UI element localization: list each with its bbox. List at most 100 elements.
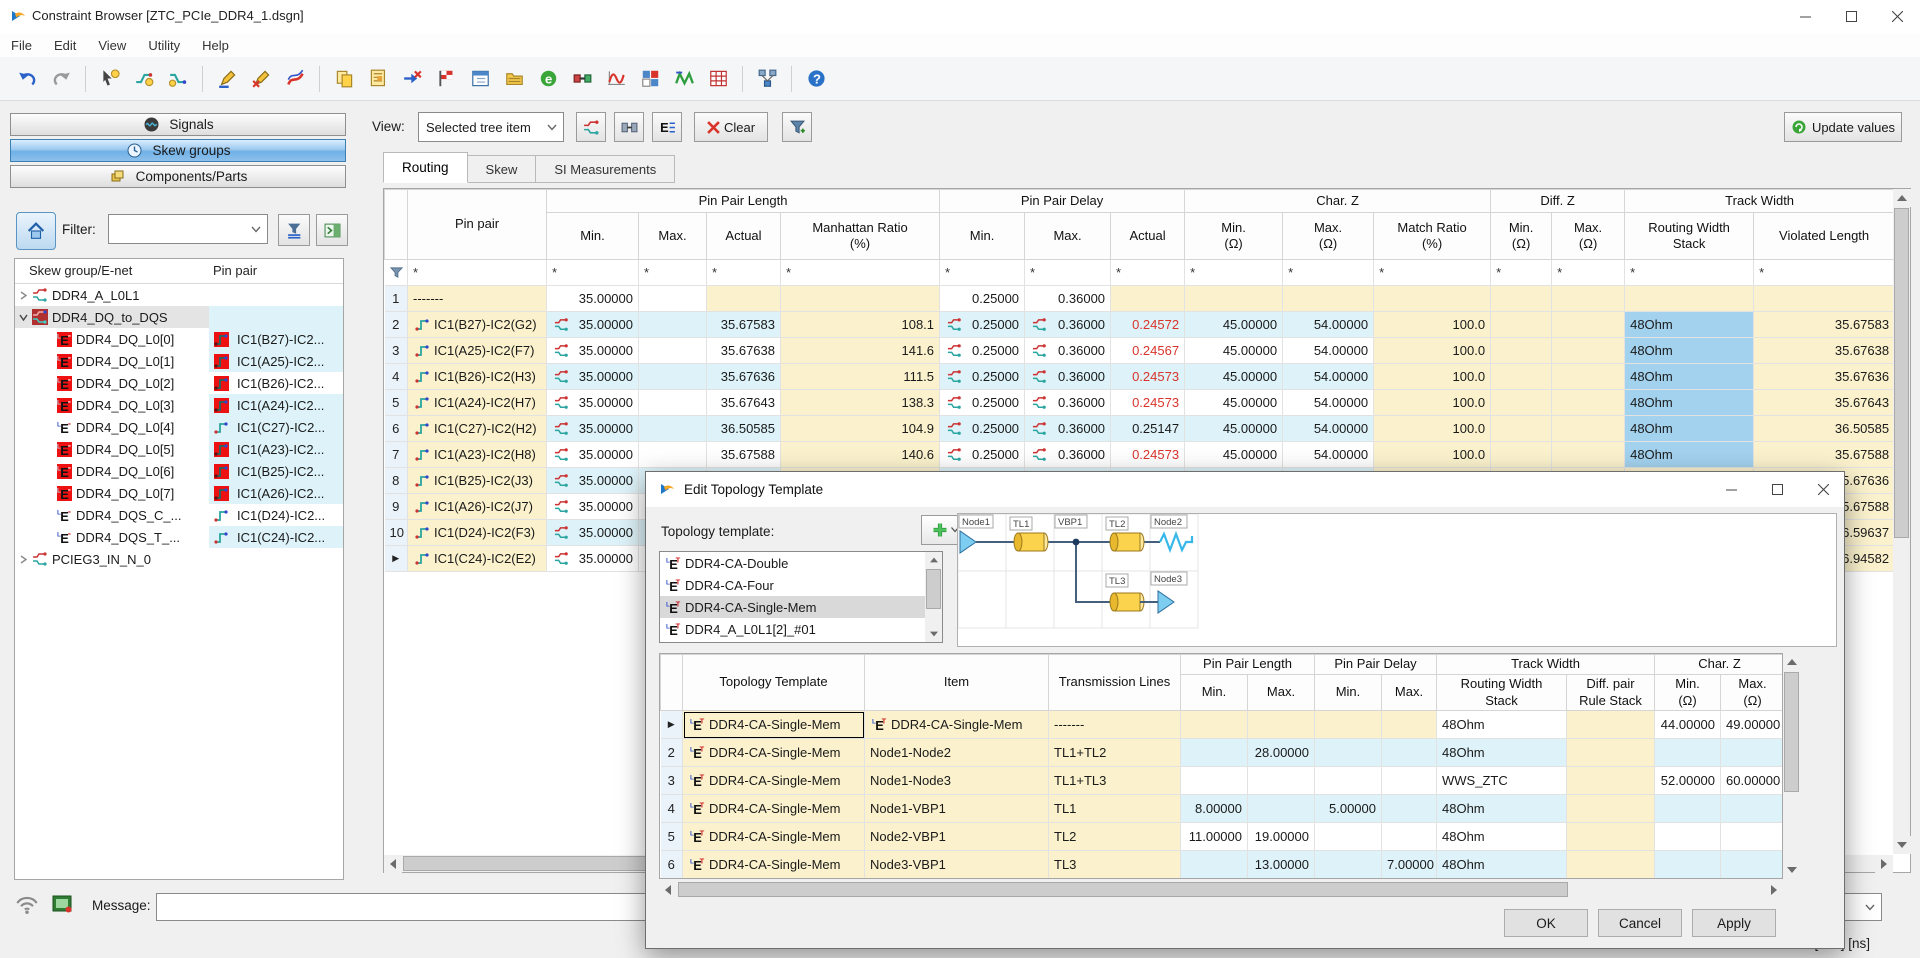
tree-row[interactable]: LE-DDR4_DQ_L0[4]IC1(C27)-IC2...	[15, 416, 343, 438]
cell[interactable]: Node1-Node3	[865, 767, 1049, 795]
tree-pin-pair[interactable]	[209, 284, 343, 306]
assign-net-icon[interactable]	[163, 64, 193, 94]
cell[interactable]	[1374, 286, 1491, 312]
cell[interactable]: Node2-VBP1	[865, 823, 1049, 851]
cell[interactable]	[1567, 767, 1655, 795]
cell[interactable]: LETDDR4-CA-Single-Mem	[683, 851, 865, 879]
tree-row[interactable]: LE-DDR4_DQ_L0[0]IC1(B27)-IC2...	[15, 328, 343, 350]
vertical-scrollbar[interactable]	[1893, 189, 1910, 854]
pin-pair-cell[interactable]: IC1(B27)-IC2(G2)	[408, 312, 547, 338]
cell[interactable]: 48Ohm	[1437, 851, 1567, 879]
report-flag-icon[interactable]	[431, 64, 461, 94]
tree-row[interactable]: PCIEG3_IN_N_0	[15, 548, 343, 570]
tree-row[interactable]: LE-DDR4_DQ_L0[2]IC1(B26)-IC2...	[15, 372, 343, 394]
tab-routing[interactable]: Routing	[383, 152, 468, 183]
dialog-vertical-scrollbar[interactable]	[1783, 653, 1800, 879]
cell[interactable]: 36.50585	[1754, 416, 1893, 442]
cell[interactable]	[1491, 390, 1552, 416]
net-connector-icon[interactable]	[567, 64, 597, 94]
undo-icon[interactable]	[12, 64, 42, 94]
cell[interactable]: 0.36000	[1025, 312, 1111, 338]
cell[interactable]: 52.00000	[1655, 767, 1721, 795]
cell[interactable]: 35.00000	[547, 468, 639, 494]
cell[interactable]: 35.67636	[1754, 364, 1893, 390]
tree-pin-pair[interactable]: IC1(C24)-IC2...	[209, 526, 343, 548]
table-row[interactable]: 6LETDDR4-CA-Single-MemNode3-VBP1TL313.00…	[661, 851, 1784, 879]
tree-row[interactable]: LE-DDR4_DQ_L0[7]IC1(A26)-IC2...	[15, 482, 343, 504]
tree-item[interactable]: LE-DDR4_DQ_L0[6]	[15, 460, 209, 482]
cell[interactable]: LETDDR4-CA-Single-Mem	[865, 711, 1049, 739]
cell[interactable]: 48Ohm	[1437, 739, 1567, 767]
cell[interactable]	[639, 390, 707, 416]
tree-item[interactable]: LE-DDR4_DQ_L0[3]	[15, 394, 209, 416]
tree-row[interactable]: LE-DDR4_DQ_L0[6]IC1(B25)-IC2...	[15, 460, 343, 482]
cell[interactable]: 141.6	[781, 338, 940, 364]
cell[interactable]	[1315, 851, 1382, 879]
cell[interactable]: 48Ohm	[1437, 795, 1567, 823]
pin-pair-cell[interactable]: IC1(A26)-IC2(J7)	[408, 494, 547, 520]
panel-expand-button[interactable]	[316, 214, 348, 246]
pin-pair-cell[interactable]: IC1(B25)-IC2(J3)	[408, 468, 547, 494]
edit-constraint-icon[interactable]	[212, 64, 242, 94]
chevron-down-icon[interactable]	[1865, 904, 1875, 911]
cell[interactable]: LETDDR4-CA-Single-Mem	[683, 739, 865, 767]
chevron-down-icon[interactable]	[251, 226, 261, 233]
cell[interactable]: LETDDR4-CA-Single-Mem	[683, 795, 865, 823]
table-row[interactable]: ▶LETDDR4-CA-Single-MemLETDDR4-CA-Single-…	[661, 711, 1784, 739]
table-row[interactable]: 1-------35.000000.250000.36000	[385, 286, 1894, 312]
apply-button[interactable]: Apply	[1692, 909, 1776, 937]
topology-diagram[interactable]: Node1TL1VBP1TL2Node2TL3Node3	[957, 513, 1837, 647]
cell[interactable]	[1315, 711, 1382, 739]
cell[interactable]: 35.67636	[707, 364, 781, 390]
row-marker[interactable]: 8	[385, 468, 408, 494]
pin-pair-cell[interactable]: IC1(A23)-IC2(H8)	[408, 442, 547, 468]
menu-utility[interactable]: Utility	[137, 38, 191, 53]
cell[interactable]: 11.00000	[1181, 823, 1248, 851]
cell[interactable]: 44.00000	[1655, 711, 1721, 739]
cell[interactable]	[639, 416, 707, 442]
template-list-item[interactable]: LETDDR4-CA-Single-Mem	[660, 596, 942, 618]
update-values-button[interactable]: Update values	[1784, 112, 1902, 142]
tree-item[interactable]: LE-DDR4_DQS_C_...	[15, 504, 209, 526]
cell[interactable]: LETDDR4-CA-Single-Mem	[683, 823, 865, 851]
cell[interactable]: 35.00000	[547, 312, 639, 338]
cell[interactable]: 0.36000	[1025, 390, 1111, 416]
cell[interactable]: 48Ohm	[1625, 442, 1754, 468]
cell[interactable]	[1382, 739, 1437, 767]
cell[interactable]	[781, 286, 940, 312]
pin-pair-cell[interactable]: -------	[408, 286, 547, 312]
scrollbar-thumb[interactable]	[1894, 208, 1909, 538]
cell[interactable]	[639, 442, 707, 468]
cell[interactable]	[1491, 338, 1552, 364]
cell[interactable]	[1567, 851, 1655, 879]
cell[interactable]: TL2	[1049, 823, 1181, 851]
tree-row[interactable]: LE-DDR4_DQ_L0[3]IC1(A24)-IC2...	[15, 394, 343, 416]
cell[interactable]	[1655, 739, 1721, 767]
cell[interactable]: 48Ohm	[1625, 416, 1754, 442]
cell[interactable]: 45.00000	[1185, 338, 1283, 364]
filter-cell[interactable]: *	[1283, 260, 1374, 286]
tree-item[interactable]: PCIEG3_IN_N_0	[15, 548, 209, 570]
cell[interactable]: 54.00000	[1283, 442, 1374, 468]
filter-cell[interactable]: *	[781, 260, 940, 286]
filter-funnel-icon[interactable]	[385, 260, 408, 286]
cell[interactable]: 100.0	[1374, 416, 1491, 442]
cell[interactable]: 0.25000	[940, 338, 1025, 364]
electrical-editor-icon[interactable]: e	[533, 64, 563, 94]
cell[interactable]	[639, 364, 707, 390]
cell[interactable]: 0.25000	[940, 286, 1025, 312]
cell[interactable]	[1382, 767, 1437, 795]
row-marker[interactable]: 4	[385, 364, 408, 390]
cell[interactable]	[639, 286, 707, 312]
cell[interactable]: 100.0	[1374, 390, 1491, 416]
cell[interactable]	[1491, 312, 1552, 338]
table-row[interactable]: 3IC1(A25)-IC2(F7)35.0000035.67638141.60.…	[385, 338, 1894, 364]
cell[interactable]	[1552, 338, 1625, 364]
pin-pair-cell[interactable]: IC1(D24)-IC2(F3)	[408, 520, 547, 546]
row-marker[interactable]: 9	[385, 494, 408, 520]
cell[interactable]: 48Ohm	[1625, 390, 1754, 416]
sidebar-tab-components-parts[interactable]: Components/Parts	[10, 165, 346, 188]
cell[interactable]	[1552, 416, 1625, 442]
cell[interactable]	[1248, 795, 1315, 823]
cell[interactable]: 45.00000	[1185, 390, 1283, 416]
